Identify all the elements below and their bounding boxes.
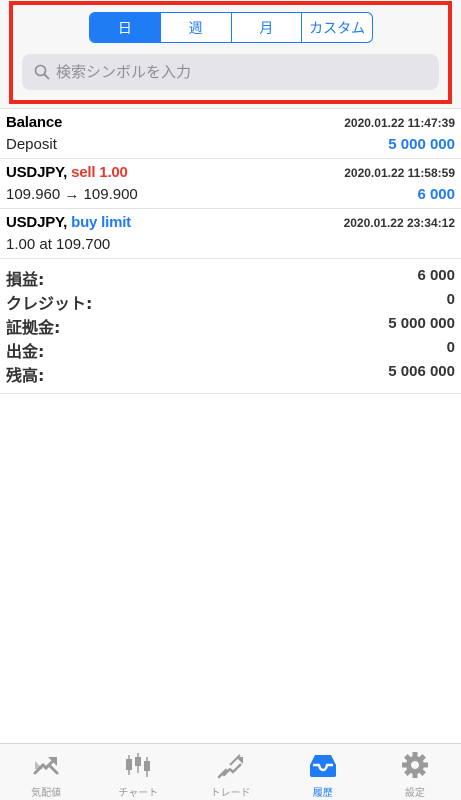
summary-row-credit: クレジット: 0 bbox=[0, 289, 461, 313]
summary-label: 証拠金: bbox=[6, 318, 61, 337]
history-row-buy-limit[interactable]: USDJPY, buy limit 2020.01.22 23:34:12 1.… bbox=[0, 208, 461, 258]
history-inbox-icon bbox=[309, 755, 336, 777]
row-subtitle: 109.960 → 109.900 bbox=[6, 186, 138, 203]
summary-row-withdrawal: 出金: 0 bbox=[0, 337, 461, 361]
row-amount: 6 000 bbox=[417, 186, 455, 203]
row-title: Balance bbox=[6, 114, 63, 131]
tab-day[interactable]: 日 bbox=[90, 13, 160, 42]
tab-history[interactable]: 履歴 bbox=[277, 744, 369, 800]
history-row-balance[interactable]: Balance 2020.01.22 11:47:39 Deposit 5 00… bbox=[0, 108, 461, 158]
summary-row-profit: 損益: 6 000 bbox=[0, 265, 461, 289]
row-timestamp: 2020.01.22 11:58:59 bbox=[344, 166, 455, 180]
tab-quotes[interactable]: 気配値 bbox=[0, 744, 92, 800]
tab-settings[interactable]: 設定 bbox=[369, 744, 461, 800]
summary-label: 損益: bbox=[6, 270, 45, 289]
summary-value: 6 000 bbox=[417, 267, 455, 284]
row-amount: 5 000 000 bbox=[388, 136, 455, 153]
bottom-tab-bar: 気配値 チャート トレード 履歴 設定 bbox=[0, 743, 461, 800]
tab-week[interactable]: 週 bbox=[159, 13, 231, 42]
tab-chart[interactable]: チャート bbox=[92, 744, 184, 800]
search-icon bbox=[34, 64, 50, 80]
summary-label: 残高: bbox=[6, 366, 45, 385]
gear-icon bbox=[401, 752, 428, 778]
summary-label: 出金: bbox=[6, 342, 45, 361]
tab-label: 設定 bbox=[404, 788, 425, 799]
summary-value: 0 bbox=[446, 339, 455, 356]
tab-month[interactable]: 月 bbox=[230, 13, 302, 42]
row-symbol: USDJPY, bbox=[6, 214, 68, 231]
summary-value: 0 bbox=[446, 291, 455, 308]
candlestick-chart-icon bbox=[126, 753, 151, 777]
row-title: USDJPY, sell 1.00 bbox=[6, 164, 128, 181]
tab-custom[interactable]: カスタム bbox=[301, 13, 372, 42]
row-subtitle: 1.00 at 109.700 bbox=[6, 236, 111, 253]
account-summary: 損益: 6 000 クレジット: 0 証拠金: 5 000 000 出金: 0 … bbox=[0, 258, 461, 394]
summary-row-margin: 証拠金: 5 000 000 bbox=[0, 313, 461, 337]
tab-label: 気配値 bbox=[31, 788, 62, 799]
search-input[interactable] bbox=[56, 63, 416, 81]
history-row-sell[interactable]: USDJPY, sell 1.00 2020.01.22 11:58:59 10… bbox=[0, 158, 461, 208]
period-segmented-control: 日 週 月 カスタム bbox=[89, 12, 373, 43]
tab-label: トレード bbox=[210, 788, 251, 799]
history-list: Balance 2020.01.22 11:47:39 Deposit 5 00… bbox=[0, 108, 461, 258]
row-timestamp: 2020.01.22 23:34:12 bbox=[343, 216, 455, 230]
row-symbol: USDJPY, bbox=[6, 164, 68, 181]
summary-value: 5 006 000 bbox=[388, 363, 455, 380]
row-subtitle: Deposit bbox=[6, 136, 57, 153]
summary-label: クレジット: bbox=[6, 294, 93, 313]
summary-row-balance: 残高: 5 006 000 bbox=[0, 361, 461, 385]
tab-trade[interactable]: トレード bbox=[184, 744, 276, 800]
row-action: sell 1.00 bbox=[71, 164, 128, 181]
summary-value: 5 000 000 bbox=[388, 315, 455, 332]
tab-label: チャート bbox=[118, 788, 159, 799]
row-action: buy limit bbox=[71, 214, 131, 231]
quotes-icon bbox=[33, 757, 59, 775]
row-timestamp: 2020.01.22 11:47:39 bbox=[344, 116, 455, 130]
tab-label: 履歴 bbox=[312, 788, 333, 799]
header-panel: 日 週 月 カスタム bbox=[0, 0, 461, 108]
search-bar[interactable] bbox=[22, 54, 439, 90]
row-title: USDJPY, buy limit bbox=[6, 214, 131, 231]
trade-icon bbox=[217, 754, 243, 779]
